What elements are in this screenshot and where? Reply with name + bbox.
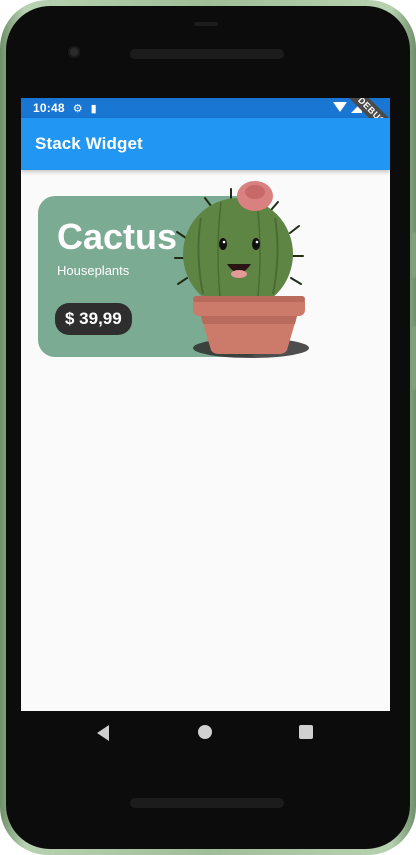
- price-badge[interactable]: $ 39,99: [55, 303, 132, 335]
- page-title: Stack Widget: [35, 134, 143, 153]
- wifi-icon: [333, 102, 347, 112]
- cactus-icon: [174, 181, 309, 358]
- earpiece-speaker: [130, 49, 284, 59]
- front-camera: [68, 46, 80, 58]
- product-title: Cactus: [57, 216, 178, 257]
- product-category: Houseplants: [57, 263, 130, 278]
- phone-screen: 10:48 ⚙ ▮ DEBUG Stack Widget Cactus Hous…: [21, 98, 390, 711]
- gear-icon: ⚙: [72, 102, 83, 115]
- app-bar: Stack Widget: [21, 118, 390, 170]
- bottom-speaker: [130, 798, 284, 808]
- status-bar: 10:48 ⚙ ▮ DEBUG: [21, 98, 390, 145]
- volume-button[interactable]: [412, 326, 416, 390]
- recent-apps-icon[interactable]: [299, 725, 313, 739]
- back-icon[interactable]: [97, 725, 109, 741]
- power-button[interactable]: [412, 232, 416, 278]
- top-sensor: [194, 22, 218, 26]
- phone-device: 10:48 ⚙ ▮ DEBUG Stack Widget Cactus Hous…: [0, 0, 416, 855]
- sim-card-icon: ▮: [90, 102, 97, 115]
- home-icon[interactable]: [198, 725, 212, 739]
- status-time: 10:48: [33, 101, 65, 115]
- navigation-bar: [21, 711, 390, 755]
